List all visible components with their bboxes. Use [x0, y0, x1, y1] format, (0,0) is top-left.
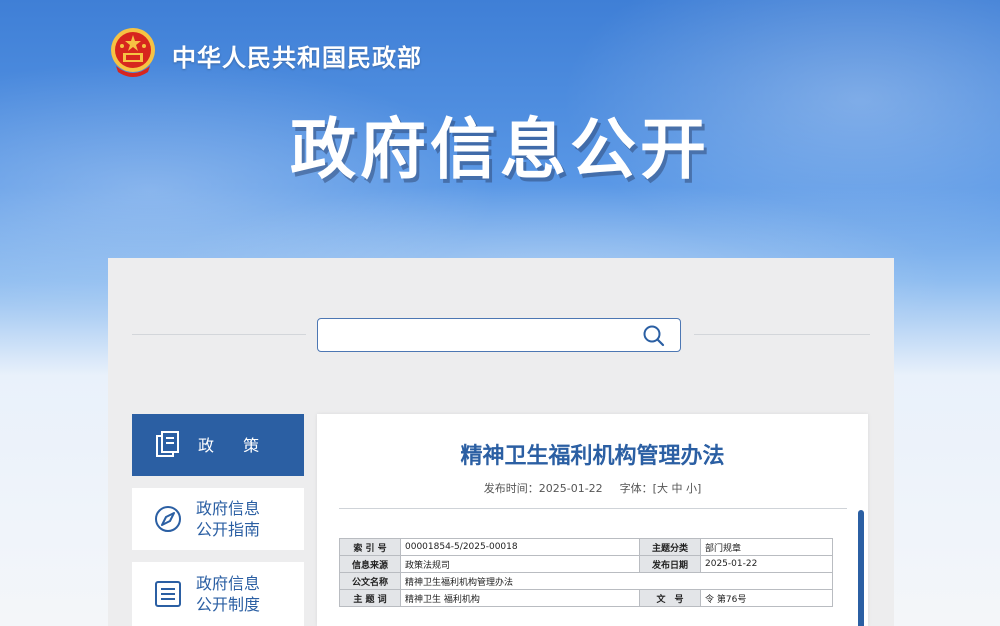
divider-right: [694, 334, 870, 335]
font-size-small-button[interactable]: 小: [686, 482, 697, 495]
document-icon: [156, 431, 179, 457]
table-row: 索 引 号 00001854-5/2025-00018 主题分类 部门规章: [339, 538, 833, 556]
table-value: 部门规章: [700, 538, 833, 556]
page-title: 政府信息公开: [290, 111, 710, 188]
font-size-medium-button[interactable]: 中: [671, 482, 682, 495]
table-key: 文 号: [639, 589, 701, 607]
sidebar-item-label: 政 策: [198, 435, 272, 455]
list-icon: [155, 581, 181, 607]
label-line-2: 公开指南: [196, 520, 261, 539]
table-value: 政策法规司: [400, 555, 640, 573]
table-value: 令 第76号: [700, 589, 833, 607]
table-key: 公文名称: [339, 572, 401, 590]
table-row: 公文名称 精神卫生福利机构管理办法: [339, 572, 833, 590]
label-line-1: 政府信息: [196, 499, 261, 518]
search-input[interactable]: [328, 319, 642, 351]
document-card: 精神卫生福利机构管理办法 发布时间：2025-01-22 字体：[大 中 小] …: [317, 414, 868, 626]
sidebar-item-label: 政府信息 公开制度: [196, 573, 260, 615]
table-row: 信息来源 政策法规司 发布日期 2025-01-22: [339, 555, 833, 573]
table-key: 主 题 词: [339, 589, 401, 607]
search-icon[interactable]: [642, 324, 666, 348]
ministry-name: 中华人民共和国民政部: [172, 44, 422, 72]
sidebar-item-policy[interactable]: 政 策: [132, 414, 304, 476]
table-value: 精神卫生 福利机构: [400, 589, 640, 607]
label-line-1: 政府信息: [196, 574, 261, 593]
font-bracket-close: ]: [696, 482, 702, 495]
document-meta: 发布时间：2025-01-22 字体：[大 中 小]: [317, 480, 868, 496]
sidebar-item-disclosure-guide[interactable]: 政府信息 公开指南: [132, 488, 304, 550]
compass-icon: [155, 506, 181, 532]
title-divider: [339, 508, 847, 509]
font-size-label: 字体：: [619, 482, 653, 495]
document-info-table: 索 引 号 00001854-5/2025-00018 主题分类 部门规章 信息…: [339, 538, 833, 607]
sidebar-item-disclosure-system[interactable]: 政府信息 公开制度: [132, 562, 304, 626]
label-line-2: 公开制度: [196, 595, 261, 614]
table-key: 主题分类: [639, 538, 701, 556]
content-panel: 政 策 政府信息 公开指南 政府信息 公开制度 精神卫生福利机构管理办法 发布时…: [108, 258, 894, 626]
search-box: [317, 318, 681, 352]
publish-date: 2025-01-22: [538, 482, 603, 495]
table-value: 精神卫生福利机构管理办法: [400, 572, 833, 590]
table-row: 主 题 词 精神卫生 福利机构 文 号 令 第76号: [339, 589, 833, 607]
font-size-large-button[interactable]: 大: [657, 482, 668, 495]
table-value: 2025-01-22: [700, 555, 833, 573]
publish-label: 发布时间：: [483, 482, 539, 495]
table-value: 00001854-5/2025-00018: [400, 538, 640, 556]
sidebar-item-label: 政府信息 公开指南: [196, 498, 260, 540]
document-title: 精神卫生福利机构管理办法: [460, 444, 725, 469]
national-emblem-icon: [111, 28, 155, 77]
table-key: 索 引 号: [339, 538, 401, 556]
table-key: 发布日期: [639, 555, 701, 573]
table-key: 信息来源: [339, 555, 401, 573]
divider-left: [132, 334, 306, 335]
scrollbar-thumb[interactable]: [858, 510, 864, 626]
